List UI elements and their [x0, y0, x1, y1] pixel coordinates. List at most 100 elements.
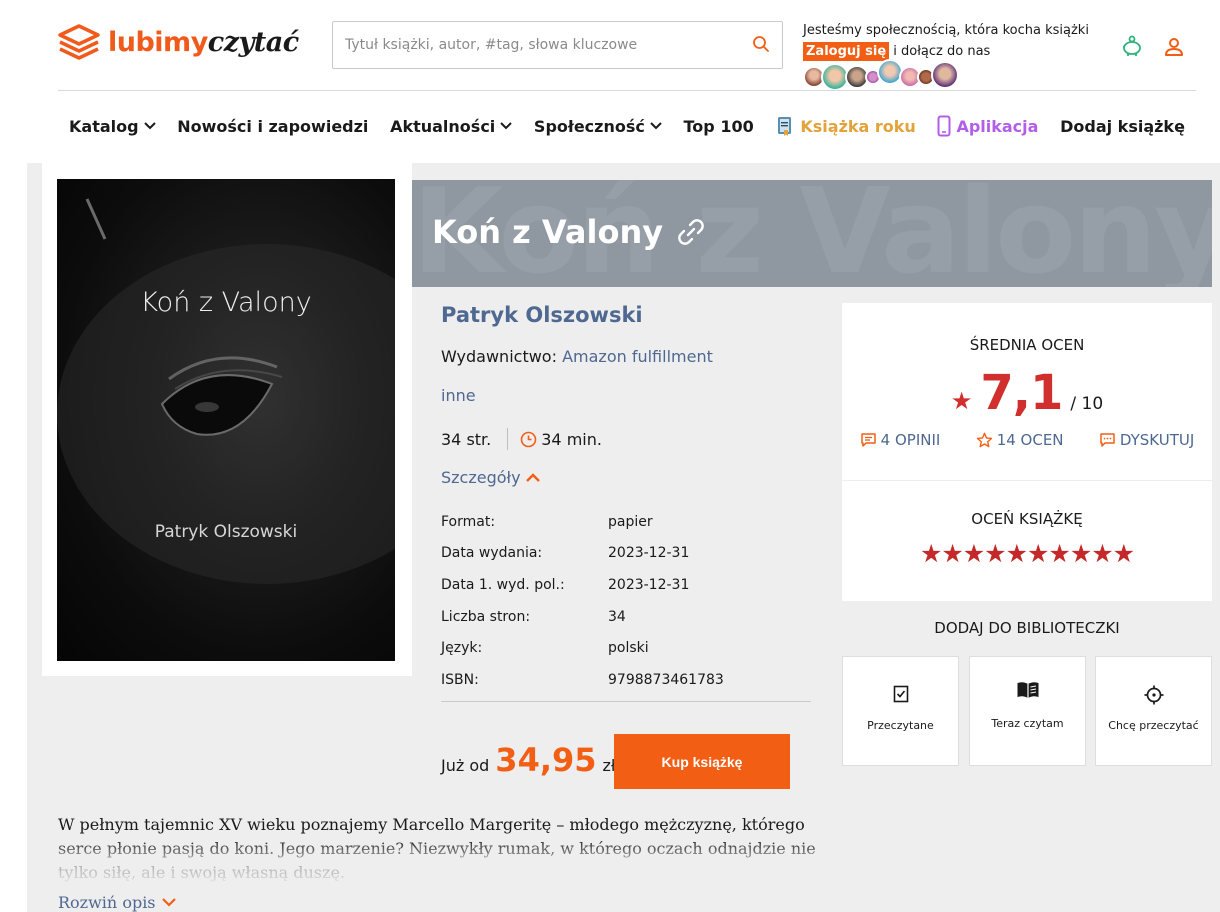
library-want-button[interactable]: Chcę przeczytać	[1095, 656, 1212, 766]
comment-icon	[860, 433, 876, 447]
rate-book-label: OCEŃ KSIĄŻKĘ	[971, 510, 1083, 528]
community-text: Jesteśmy społecznością, która kocha ksią…	[803, 23, 1089, 38]
nav-item-ksiazka-roku[interactable]: Książka roku	[775, 115, 916, 137]
publisher-label: Wydawnictwo:	[441, 347, 557, 366]
nav-item-top100[interactable]: Top 100	[684, 117, 754, 136]
star-icon: ★	[950, 387, 973, 415]
detail-key: Format:	[441, 513, 496, 530]
library-label: Teraz czytam	[991, 717, 1064, 730]
page-title: Koń z Valony	[432, 213, 705, 251]
chevron-down-icon	[500, 122, 512, 130]
phone-icon	[937, 115, 951, 137]
link-icon[interactable]	[677, 218, 705, 246]
expand-description-button[interactable]: Rozwiń opis	[58, 893, 176, 912]
join-text: i dołącz do nas	[889, 44, 991, 59]
rating-value: 7,1	[980, 365, 1063, 421]
ratings-count: 14 OCEN	[996, 431, 1064, 449]
average-rating: ★ 7,1 / 10	[842, 365, 1212, 421]
rating-max: / 10	[1070, 394, 1104, 414]
nav-label: Aktualności	[390, 116, 496, 136]
author-link[interactable]: Patryk Olszowski	[441, 303, 643, 327]
chat-icon	[1100, 433, 1115, 447]
clock-icon	[520, 431, 537, 447]
description-fade	[58, 838, 828, 888]
ratings-link[interactable]: 14 OCEN	[976, 431, 1064, 449]
star-outline-icon	[976, 432, 992, 448]
checkbox-icon	[843, 685, 958, 703]
category-link[interactable]: inne	[441, 386, 476, 405]
search-box[interactable]	[332, 21, 783, 69]
search-icon[interactable]	[752, 35, 770, 57]
add-to-library-title: DODAJ DO BIBLIOTECZKI	[934, 619, 1120, 637]
nav-item-spolecznosc[interactable]: Społeczność	[534, 117, 662, 136]
price-prefix: Już od	[441, 756, 490, 775]
detail-row: Format: papier	[441, 506, 811, 538]
cover-author: Patryk Olszowski	[154, 522, 298, 542]
piggy-bank-icon[interactable]	[1120, 34, 1144, 62]
detail-value: papier	[608, 513, 653, 530]
page-count: 34 str.	[441, 429, 492, 449]
books-stack-icon	[58, 24, 100, 60]
detail-key: Liczba stron:	[441, 608, 531, 625]
detail-key: ISBN:	[441, 671, 479, 688]
chevron-up-icon	[525, 472, 540, 482]
avatar	[931, 61, 959, 89]
detail-row: Data wydania: 2023-12-31	[441, 538, 811, 570]
average-rating-label: ŚREDNIA OCEN	[969, 336, 1085, 354]
detail-row: Liczba stron: 34	[441, 601, 811, 633]
rate-book-panel: OCEŃ KSIĄŻKĘ ★★★★★★★★★★	[842, 481, 1212, 601]
price-amount: 34,95	[495, 741, 597, 779]
details-divider	[441, 701, 811, 702]
open-book-icon	[970, 681, 1085, 699]
nav-item-aplikacja[interactable]: Aplikacja	[937, 115, 1038, 137]
details-label: Szczegóły	[441, 468, 521, 487]
library-read-button[interactable]: Przeczytane	[842, 656, 959, 766]
opinions-link[interactable]: 4 OPINII	[860, 431, 941, 449]
search-input[interactable]	[345, 22, 745, 68]
nav-label: Nowości i zapowiedzi	[177, 116, 369, 136]
publisher-link[interactable]: Amazon fulfillment	[562, 347, 713, 366]
community-promo: Jesteśmy społecznością, która kocha ksią…	[803, 23, 1089, 61]
site-logo[interactable]: lubimyczytać	[58, 24, 299, 60]
nav-item-dodaj-ksiazke[interactable]: Dodaj książkę	[1060, 117, 1185, 136]
target-icon	[1096, 685, 1211, 705]
nav-label: Dodaj książkę	[1060, 116, 1185, 136]
details-toggle[interactable]: Szczegóły	[441, 468, 541, 487]
nav-label: Katalog	[69, 116, 139, 136]
nav-item-katalog[interactable]: Katalog	[69, 117, 156, 136]
login-button[interactable]: Zaloguj się	[803, 42, 890, 61]
expand-label: Rozwiń opis	[58, 893, 156, 912]
library-reading-button[interactable]: Teraz czytam	[969, 656, 1086, 766]
opinions-count: 4 OPINII	[880, 431, 941, 449]
detail-value: polski	[608, 640, 649, 657]
discuss-link[interactable]: DYSKUTUJ	[1099, 431, 1194, 449]
cover-title: Koń z Valony	[140, 287, 312, 318]
detail-row: ISBN: 9798873461783	[441, 664, 811, 696]
nav-label: Książka roku	[800, 116, 916, 136]
user-icon[interactable]	[1163, 36, 1185, 62]
detail-value: 2023-12-31	[608, 545, 690, 562]
reading-time: 34 min.	[541, 429, 602, 449]
library-label: Chcę przeczytać	[1108, 719, 1199, 732]
detail-value: 9798873461783	[608, 671, 724, 688]
nav-item-nowosci[interactable]: Nowości i zapowiedzi	[177, 117, 368, 136]
library-label: Przeczytane	[867, 719, 934, 732]
chevron-down-icon	[143, 122, 156, 130]
price-row: Już od 34,95 zł	[441, 741, 615, 779]
book-cover[interactable]: Koń z Valony Patryk Olszowski	[57, 179, 395, 661]
book-award-icon	[778, 117, 792, 136]
detail-value: 2023-12-31	[608, 576, 690, 593]
buy-button[interactable]: Kup książkę	[614, 734, 790, 789]
rating-stats: 4 OPINII 14 OCEN DYSKUTUJ	[842, 431, 1212, 449]
chevron-down-icon	[650, 122, 662, 130]
detail-value: 34	[608, 608, 626, 625]
horse-eye-illustration	[57, 198, 395, 584]
detail-key: Data 1. wyd. pol.:	[441, 576, 565, 593]
nav-item-aktualnosci[interactable]: Aktualności	[390, 117, 512, 136]
rating-stars-input[interactable]: ★★★★★★★★★★	[842, 539, 1212, 568]
detail-row: Data 1. wyd. pol.: 2023-12-31	[441, 569, 811, 601]
detail-key: Język:	[441, 640, 483, 657]
discuss-label: DYSKUTUJ	[1119, 431, 1195, 449]
logo-text: lubimyczytać	[108, 26, 299, 58]
main-nav: Katalog Nowości i zapowiedzi Aktualności…	[58, 110, 1196, 142]
